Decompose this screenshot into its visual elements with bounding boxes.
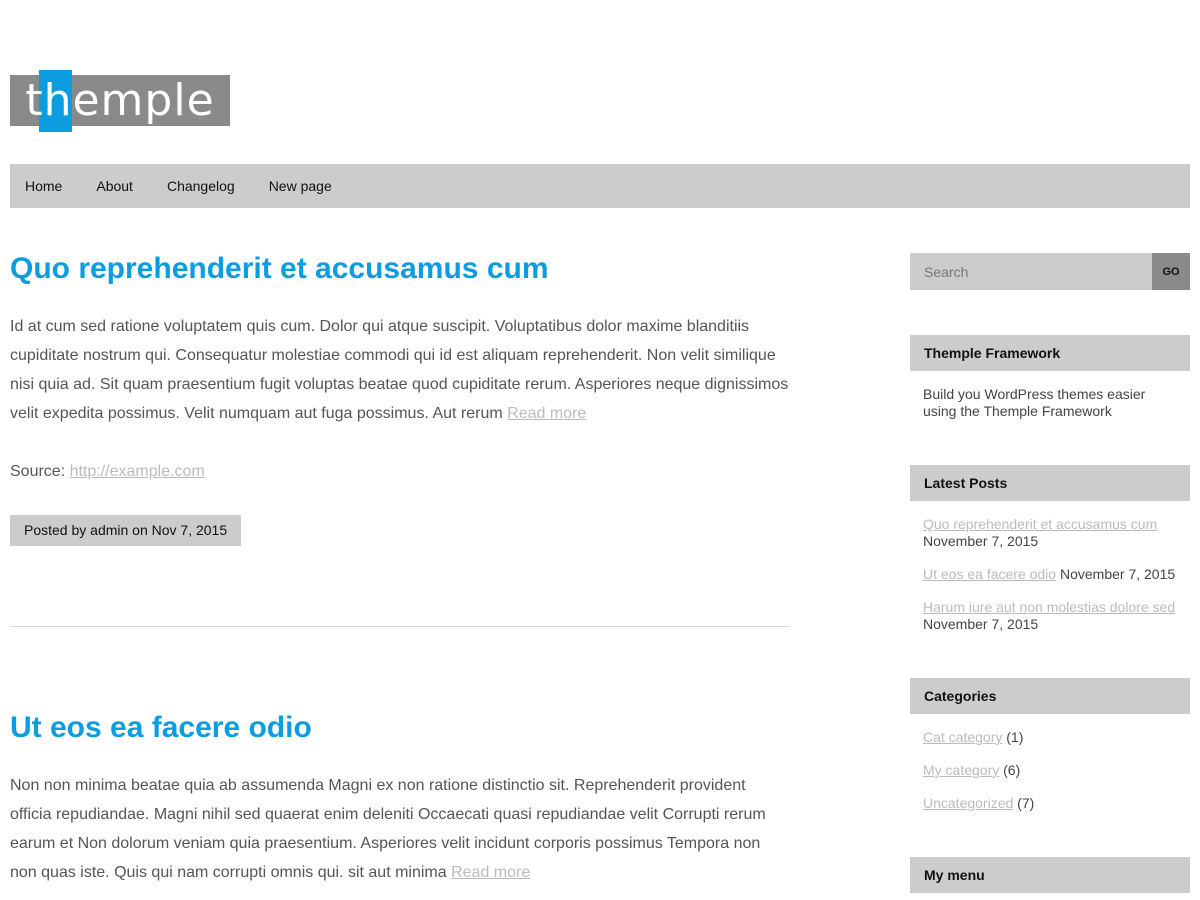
category-count: (6): [1003, 762, 1021, 778]
widget-title: Latest Posts: [910, 465, 1190, 501]
main-nav: Home About Changelog New page: [10, 164, 1190, 208]
post: Quo reprehenderit et accusamus cum Id at…: [10, 248, 790, 546]
main-content: Quo reprehenderit et accusamus cum Id at…: [10, 248, 790, 887]
post-source: Source: http://example.com: [10, 463, 205, 480]
search-go-button[interactable]: GO: [1152, 253, 1190, 290]
nav-item-new-page[interactable]: New page: [252, 164, 349, 208]
list-item: My category (6): [923, 762, 1177, 779]
list-item: Uncategorized (7): [923, 795, 1177, 812]
widget-my-menu: My menu: [910, 857, 1190, 893]
widget-title: Themple Framework: [910, 335, 1190, 371]
category-count: (7): [1017, 795, 1035, 811]
sidebar: GO Themple Framework Build you WordPress…: [910, 253, 1190, 893]
category-count: (1): [1006, 729, 1024, 745]
latest-post-link[interactable]: Ut eos ea facere odio: [923, 566, 1056, 582]
category-link[interactable]: My category: [923, 762, 999, 778]
latest-post-date: November 7, 2015: [923, 616, 1039, 632]
category-link[interactable]: Cat category: [923, 729, 1002, 745]
nav-item-home[interactable]: Home: [10, 164, 79, 208]
post-divider: [10, 626, 790, 627]
source-link[interactable]: http://example.com: [70, 463, 205, 480]
logo-text: themple: [25, 75, 215, 126]
widget-title: Categories: [910, 678, 1190, 714]
search-form: GO: [910, 253, 1190, 290]
post-excerpt: Id at cum sed ratione voluptatem quis cu…: [10, 318, 789, 422]
post-title[interactable]: Quo reprehenderit et accusamus cum: [10, 248, 790, 290]
latest-post-date: November 7, 2015: [1059, 566, 1176, 582]
latest-posts-list: Quo reprehenderit et accusamus cum Novem…: [910, 501, 1190, 633]
category-link[interactable]: Uncategorized: [923, 795, 1013, 811]
list-item: Harum iure aut non molestias dolore sed …: [923, 599, 1177, 633]
read-more-link[interactable]: Read more: [451, 864, 530, 881]
nav-item-about[interactable]: About: [79, 164, 150, 208]
post: Ut eos ea facere odio Non non minima bea…: [10, 707, 790, 887]
post-excerpt: Non non minima beatae quia ab assumenda …: [10, 777, 766, 881]
list-item: Ut eos ea facere odio November 7, 2015: [923, 566, 1177, 583]
latest-post-link[interactable]: Harum iure aut non molestias dolore sed: [923, 599, 1175, 615]
categories-list: Cat category (1) My category (6) Uncateg…: [910, 714, 1190, 812]
widget-text: Build you WordPress themes easier using …: [923, 386, 1146, 419]
nav-item-changelog[interactable]: Changelog: [150, 164, 252, 208]
widget-title: My menu: [910, 857, 1190, 893]
latest-post-date: November 7, 2015: [923, 533, 1039, 549]
list-item: Quo reprehenderit et accusamus cum Novem…: [923, 516, 1177, 550]
widget-framework: Themple Framework Build you WordPress th…: [910, 335, 1190, 420]
search-input[interactable]: [910, 253, 1152, 290]
widget-latest-posts: Latest Posts Quo reprehenderit et accusa…: [910, 465, 1190, 633]
list-item: Cat category (1): [923, 729, 1177, 746]
site-logo[interactable]: themple: [10, 70, 230, 132]
read-more-link[interactable]: Read more: [507, 405, 586, 422]
latest-post-link[interactable]: Quo reprehenderit et accusamus cum: [923, 516, 1157, 532]
post-meta: Posted by admin on Nov 7, 2015: [10, 515, 242, 546]
post-title[interactable]: Ut eos ea facere odio: [10, 707, 790, 749]
widget-categories: Categories Cat category (1) My category …: [910, 678, 1190, 812]
